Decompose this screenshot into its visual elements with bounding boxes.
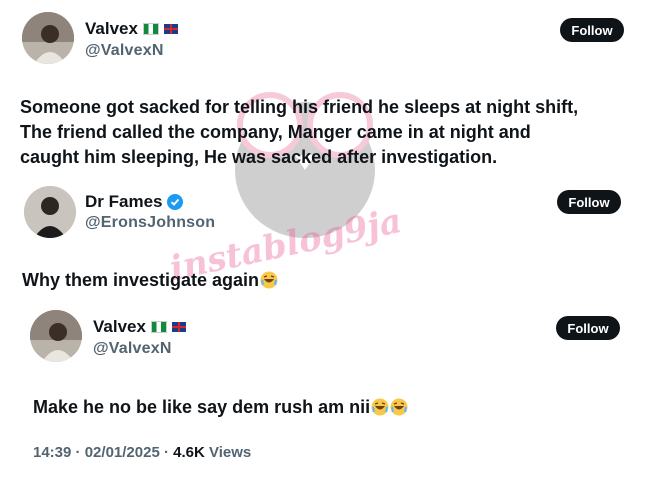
laughing-emoji-icon <box>371 398 389 416</box>
reply-tweet: Dr Fames @EronsJohnson Follow Why them i… <box>0 180 651 300</box>
author-name[interactable]: Valvex <box>85 19 138 39</box>
nigeria-flag-icon <box>150 321 167 333</box>
avatar[interactable] <box>30 310 82 362</box>
author-name-row: Dr Fames <box>85 192 184 212</box>
reply-tweet: Valvex @ValvexN Follow Make he no be lik… <box>0 300 651 500</box>
tweet-text-line: Someone got sacked for telling his frien… <box>20 97 579 117</box>
tweet-text-line: The friend called the company, Manger ca… <box>20 122 531 142</box>
author-name[interactable]: Dr Fames <box>85 192 162 212</box>
tweet-text-line: caught him sleeping, He was sacked after… <box>20 147 498 167</box>
laughing-emoji-icon <box>260 271 278 289</box>
uk-flag-icon <box>163 24 178 34</box>
author-name-row: Valvex <box>85 19 178 39</box>
tweet-text-content: Make he no be like say dem rush am nii <box>33 397 371 417</box>
author-handle[interactable]: @EronsJohnson <box>85 214 215 232</box>
uk-flag-icon <box>171 322 186 332</box>
author-name[interactable]: Valvex <box>93 317 146 337</box>
follow-button[interactable]: Follow <box>557 190 621 214</box>
tweet-text: Make he no be like say dem rush am nii <box>33 395 408 420</box>
tweet-meta: 14:39 · 02/01/2025 · 4.6K Views <box>33 444 252 461</box>
avatar[interactable] <box>22 12 74 64</box>
verified-badge-icon <box>167 194 184 210</box>
avatar[interactable] <box>24 186 76 238</box>
author-handle[interactable]: @ValvexN <box>93 340 172 358</box>
tweet-text: Someone got sacked for telling his frien… <box>20 95 640 170</box>
follow-button[interactable]: Follow <box>556 316 620 340</box>
follow-button[interactable]: Follow <box>560 18 624 42</box>
tweet-main: Valvex @ValvexN Follow Someone got sacke… <box>0 0 651 180</box>
laughing-emoji-icon <box>390 398 408 416</box>
views-label: Views <box>209 444 252 461</box>
tweet-date[interactable]: 02/01/2025 <box>85 444 160 461</box>
tweet-time[interactable]: 14:39 <box>33 444 71 461</box>
views-count[interactable]: 4.6K <box>173 444 205 461</box>
tweet-text: Why them investigate again <box>22 268 278 293</box>
nigeria-flag-icon <box>142 23 159 35</box>
author-handle[interactable]: @ValvexN <box>85 42 164 60</box>
tweet-text-content: Why them investigate again <box>22 270 260 290</box>
author-name-row: Valvex <box>93 317 186 337</box>
